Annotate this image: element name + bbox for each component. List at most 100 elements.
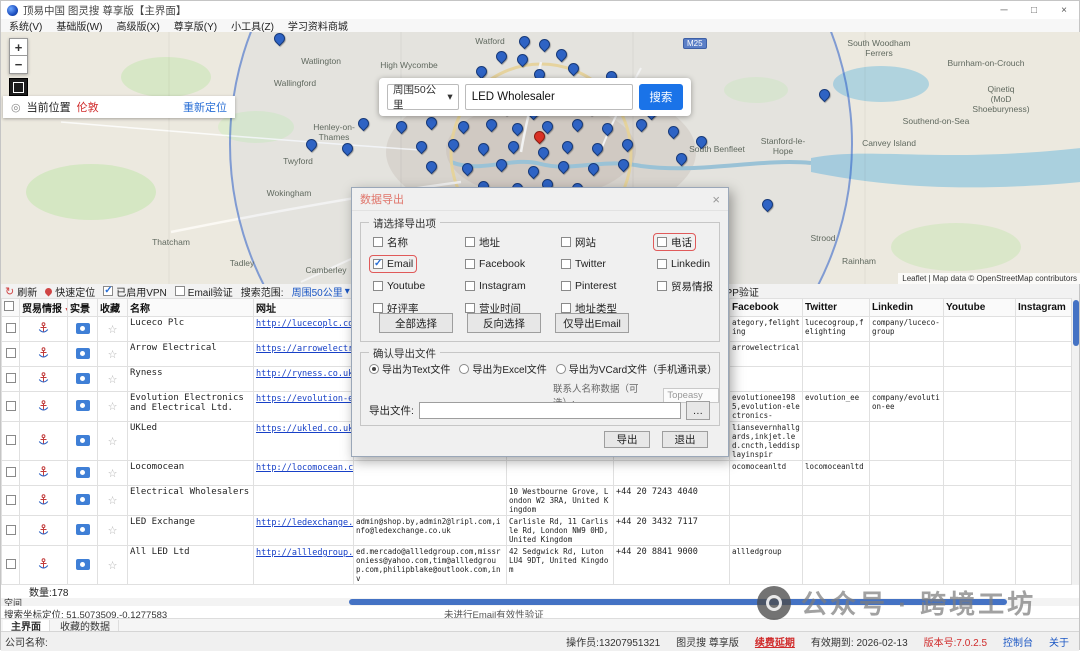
row-checkbox[interactable] bbox=[5, 373, 16, 383]
export-option[interactable]: Linkedin bbox=[655, 257, 712, 271]
export-option[interactable]: 名称 bbox=[371, 235, 410, 249]
menu-item[interactable]: 小工具(Z) bbox=[231, 18, 274, 33]
export-option[interactable]: 网站 bbox=[559, 235, 598, 249]
browse-button[interactable]: … bbox=[685, 401, 710, 420]
row-checkbox[interactable] bbox=[5, 524, 16, 535]
vpn-checkbox[interactable]: 已启用VPN bbox=[103, 284, 167, 299]
favorite-star-icon[interactable]: ☆ bbox=[108, 401, 118, 413]
favorite-star-icon[interactable]: ☆ bbox=[108, 436, 118, 448]
column-header[interactable]: Youtube bbox=[943, 298, 1016, 317]
email-verify-checkbox[interactable]: Email验证 bbox=[174, 284, 233, 299]
renew-link[interactable]: 续费延期 bbox=[755, 634, 795, 649]
vertical-scrollbar-thumb[interactable] bbox=[1073, 300, 1079, 346]
select-all-header[interactable] bbox=[1, 298, 20, 317]
horizontal-scrollbar-thumb[interactable] bbox=[349, 599, 1007, 605]
streetview-icon[interactable] bbox=[75, 494, 90, 505]
column-header[interactable]: 网址 bbox=[253, 298, 354, 317]
select-all-button[interactable]: 全部选择 bbox=[379, 313, 453, 333]
favorite-star-icon[interactable]: ☆ bbox=[108, 560, 118, 572]
streetview-icon[interactable] bbox=[75, 322, 90, 334]
menu-item[interactable]: 尊享版(Y) bbox=[174, 18, 217, 33]
vertical-scrollbar[interactable] bbox=[1071, 298, 1079, 585]
trade-intel-icon[interactable] bbox=[38, 347, 49, 361]
row-checkbox[interactable] bbox=[5, 494, 16, 505]
minimize-button[interactable]: ─ bbox=[989, 1, 1019, 19]
streetview-icon[interactable] bbox=[75, 400, 90, 411]
export-format-option[interactable]: 导出为VCard文件（手机通讯录） bbox=[555, 361, 717, 376]
menu-item[interactable]: 学习资料商城 bbox=[288, 18, 348, 33]
website-link[interactable]: http://locomocean.com bbox=[256, 463, 353, 473]
zoom-in-button[interactable]: + bbox=[9, 38, 28, 56]
streetview-icon[interactable] bbox=[75, 347, 90, 359]
export-format-option[interactable]: 导出为Text文件 bbox=[369, 361, 450, 376]
export-option[interactable]: Email bbox=[368, 255, 418, 273]
column-header[interactable]: Linkedin bbox=[869, 298, 944, 317]
website-link[interactable]: http://ryness.co.uk bbox=[256, 369, 353, 379]
trade-intel-icon[interactable] bbox=[38, 558, 49, 572]
row-checkbox[interactable] bbox=[5, 323, 16, 333]
row-checkbox[interactable] bbox=[5, 559, 16, 569]
menu-item[interactable]: 系统(V) bbox=[9, 18, 42, 33]
export-option[interactable]: Instagram bbox=[463, 279, 528, 293]
trade-intel-icon[interactable] bbox=[38, 434, 49, 448]
horizontal-scrollbar[interactable]: 空间 bbox=[1, 598, 1079, 608]
trade-intel-icon[interactable] bbox=[38, 466, 49, 480]
row-checkbox[interactable] bbox=[5, 400, 16, 411]
export-file-input[interactable] bbox=[418, 402, 681, 419]
select-all-checkbox[interactable] bbox=[4, 301, 14, 311]
about-link[interactable]: 关于 bbox=[1049, 634, 1069, 649]
export-option[interactable]: 地址 bbox=[463, 235, 502, 249]
column-header[interactable]: 名称 bbox=[127, 298, 254, 317]
search-button[interactable]: 搜索 bbox=[638, 84, 683, 110]
website-link[interactable]: https://arrowelectricals.co.uk bbox=[256, 344, 353, 354]
export-button[interactable]: 导出 bbox=[604, 431, 650, 448]
column-header[interactable]: Facebook bbox=[729, 298, 803, 317]
radius-select[interactable]: 周围50公里 ▾ bbox=[387, 84, 459, 111]
column-header[interactable]: 收藏 bbox=[97, 298, 128, 317]
keyword-search-input[interactable] bbox=[464, 84, 633, 110]
trade-intel-icon[interactable] bbox=[38, 322, 49, 336]
streetview-icon[interactable] bbox=[75, 524, 90, 535]
website-link[interactable]: https://ukled.co.uk bbox=[256, 424, 353, 434]
fullscreen-button[interactable] bbox=[9, 78, 28, 96]
export-option[interactable]: Twitter bbox=[559, 257, 608, 271]
streetview-icon[interactable] bbox=[75, 434, 90, 446]
invert-selection-button[interactable]: 反向选择 bbox=[467, 313, 541, 333]
favorite-star-icon[interactable]: ☆ bbox=[108, 468, 118, 480]
column-header[interactable]: 实景 bbox=[67, 298, 98, 317]
tab-main[interactable]: 主界面 bbox=[3, 619, 50, 633]
refresh-button[interactable]: ↻ 刷新 bbox=[5, 284, 37, 299]
export-format-option[interactable]: 导出为Excel文件 bbox=[459, 361, 547, 376]
trade-intel-icon[interactable] bbox=[38, 493, 49, 508]
email-only-button[interactable]: 仅导出Email bbox=[555, 313, 629, 333]
row-checkbox[interactable] bbox=[5, 348, 16, 358]
streetview-icon[interactable] bbox=[75, 372, 90, 384]
search-range-select[interactable]: 周围50公里 ▾ bbox=[292, 284, 350, 299]
menu-item[interactable]: 基础版(W) bbox=[56, 18, 102, 33]
export-option[interactable]: Pinterest bbox=[559, 279, 618, 293]
zoom-out-button[interactable]: − bbox=[9, 56, 28, 74]
tab-favorites[interactable]: 收藏的数据 bbox=[52, 619, 119, 633]
quick-locate-button[interactable]: 快速定位 bbox=[43, 284, 95, 299]
website-link[interactable]: https://evolution-ee.com bbox=[256, 394, 353, 404]
relocate-link[interactable]: 重新定位 bbox=[183, 99, 227, 115]
trade-intel-icon[interactable] bbox=[38, 523, 49, 538]
filter-icon[interactable]: ▼ bbox=[64, 307, 67, 314]
export-option[interactable]: 电话 bbox=[653, 233, 696, 251]
favorite-star-icon[interactable]: ☆ bbox=[108, 374, 118, 386]
console-link[interactable]: 控制台 bbox=[1003, 634, 1033, 649]
dialog-close-button[interactable]: × bbox=[712, 192, 720, 207]
trade-intel-icon[interactable] bbox=[38, 399, 49, 414]
exit-button[interactable]: 退出 bbox=[662, 431, 708, 448]
favorite-star-icon[interactable]: ☆ bbox=[108, 495, 118, 507]
website-link[interactable]: http://allledgroup.com bbox=[256, 548, 353, 558]
column-header[interactable]: Twitter bbox=[802, 298, 870, 317]
favorite-star-icon[interactable]: ☆ bbox=[108, 349, 118, 361]
maximize-button[interactable]: □ bbox=[1019, 1, 1049, 19]
row-checkbox[interactable] bbox=[5, 467, 16, 477]
export-option[interactable]: 贸易情报 bbox=[655, 279, 715, 293]
menu-item[interactable]: 高级版(X) bbox=[116, 18, 159, 33]
favorite-star-icon[interactable]: ☆ bbox=[108, 324, 118, 336]
website-link[interactable]: http://ledexchange.co.uk bbox=[256, 518, 353, 528]
column-header[interactable]: Instagram bbox=[1015, 298, 1073, 317]
